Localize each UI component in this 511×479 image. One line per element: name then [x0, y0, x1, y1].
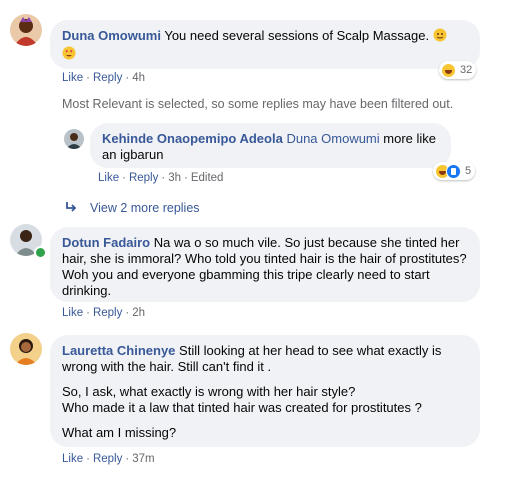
comment-bubble: Dotun Fadairo Na wa o so much vile. So j… [50, 227, 480, 302]
timestamp[interactable]: 2h [132, 307, 145, 319]
like-reaction-icon [446, 163, 461, 179]
comment-actions: Like · Reply · 2h [62, 307, 145, 319]
comment-actions: Like · Reply · 37m [62, 453, 155, 465]
comment-text: You need several sessions of Scalp Massa… [164, 28, 430, 43]
comment-author[interactable]: Dotun Fadairo [62, 235, 150, 250]
reaction-count: 5 [465, 165, 472, 177]
view-more-replies-link[interactable]: View 2 more replies [90, 201, 200, 215]
comment-author[interactable]: Duna Omowumi [62, 28, 161, 43]
comment-bubble: Lauretta Chinenye Still looking at her h… [50, 335, 480, 447]
comment-bubble: Duna Omowumi You need several sessions o… [50, 20, 480, 69]
avatar-kehinde-adeola[interactable] [64, 129, 84, 149]
comment-author[interactable]: Lauretta Chinenye [62, 343, 175, 358]
edited-label: Edited [190, 172, 224, 184]
reply-link[interactable]: Reply [93, 453, 122, 465]
reply-bubble: Kehinde Onaopemipo Adeola Duna Omowumi m… [90, 123, 451, 168]
avatar-duna-omowumi[interactable] [10, 14, 42, 46]
avatar-lauretta-chinenye[interactable] [10, 333, 42, 365]
haha-reaction-icon [441, 62, 456, 78]
reaction-count: 32 [460, 64, 473, 76]
timestamp[interactable]: 4h [132, 72, 145, 84]
reply-reaction-summary[interactable]: 5 [433, 162, 476, 180]
comment-text: So, I ask, what exactly is wrong with he… [62, 384, 356, 399]
comment-text: What am I missing? [62, 425, 177, 440]
filter-notice: Most Relevant is selected, so some repli… [62, 97, 454, 111]
reply-link[interactable]: Reply [93, 307, 122, 319]
reply-author[interactable]: Kehinde Onaopemipo Adeola [102, 131, 283, 146]
comment-text: Who made it a law that tinted hair was c… [62, 400, 422, 415]
like-link[interactable]: Like [62, 453, 83, 465]
online-status-indicator [34, 246, 47, 259]
comment-actions: Like · Reply · 4h [62, 72, 145, 84]
hugging-face-emoji-icon [433, 28, 447, 46]
timestamp[interactable]: 3h [168, 172, 181, 184]
heart-eyes-emoji-icon [62, 46, 76, 64]
like-link[interactable]: Like [62, 307, 83, 319]
reply-arrow-icon [64, 200, 78, 219]
reply-link[interactable]: Reply [93, 72, 122, 84]
reply-link[interactable]: Reply [129, 172, 158, 184]
timestamp[interactable]: 37m [132, 453, 154, 465]
like-link[interactable]: Like [98, 172, 119, 184]
reply-actions: Like · Reply · 3h · Edited [98, 172, 224, 184]
like-link[interactable]: Like [62, 72, 83, 84]
reply-mention[interactable]: Duna Omowumi [286, 131, 379, 146]
reaction-summary[interactable]: 32 [439, 61, 477, 79]
